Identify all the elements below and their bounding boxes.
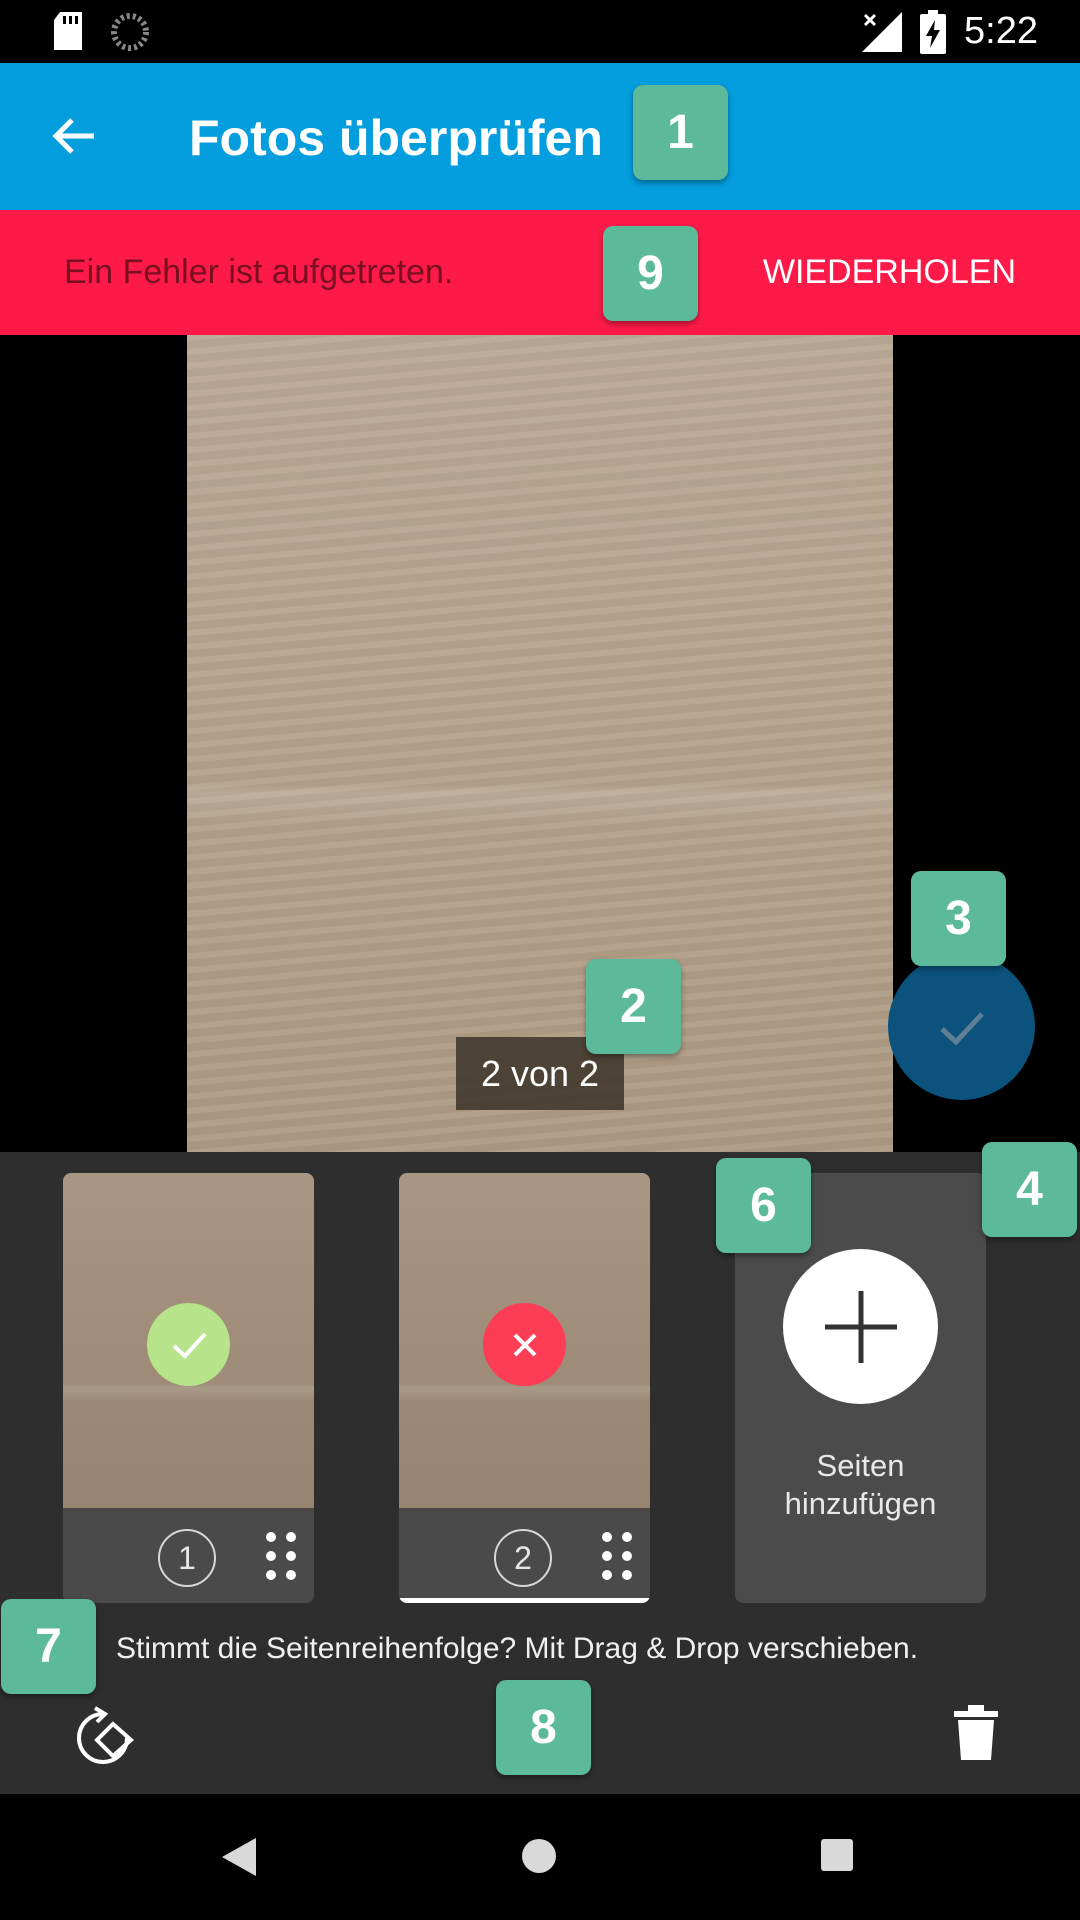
annotation-badge: 4 — [982, 1142, 1077, 1237]
add-pages-label: Seiten hinzufügen — [784, 1448, 937, 1521]
arrow-left-icon[interactable] — [50, 112, 98, 160]
trash-icon[interactable] — [954, 1705, 998, 1760]
status-time: 5:22 — [964, 10, 1038, 52]
annotation-badge: 9 — [603, 226, 698, 321]
thumbnail-footer: 1 — [63, 1508, 314, 1603]
home-nav-icon[interactable] — [521, 1838, 557, 1874]
plus-icon — [783, 1249, 938, 1404]
sync-spinner-icon — [111, 13, 149, 51]
page-thumbnail-selected[interactable]: 2 — [399, 1173, 650, 1603]
drag-handle-icon[interactable] — [601, 1531, 633, 1581]
check-icon — [939, 1011, 984, 1046]
recents-nav-icon[interactable] — [821, 1839, 853, 1871]
selected-indicator — [399, 1598, 650, 1603]
annotation-badge: 6 — [716, 1158, 811, 1253]
annotation-badge: 1 — [633, 85, 728, 180]
annotation-badge: 2 — [586, 959, 681, 1054]
thumbnail-footer: 2 — [399, 1508, 650, 1603]
back-nav-icon[interactable] — [222, 1838, 256, 1876]
annotation-badge: 8 — [496, 1680, 591, 1775]
rotate-icon[interactable] — [73, 1706, 137, 1770]
page-number: 1 — [158, 1529, 216, 1587]
error-banner: Ein Fehler ist aufgetreten. WIEDERHOLEN — [0, 210, 1080, 335]
battery-charging-icon — [920, 10, 946, 54]
error-message: Ein Fehler ist aufgetreten. — [64, 253, 454, 291]
status-bar: 5:22 — [0, 0, 1080, 63]
annotation-badge: 3 — [911, 871, 1006, 966]
reorder-hint: Stimmt die Seitenreihenfolge? Mit Drag &… — [116, 1632, 919, 1665]
retry-button[interactable]: WIEDERHOLEN — [763, 253, 1016, 292]
status-success-icon — [147, 1303, 230, 1386]
confirm-button[interactable] — [888, 953, 1035, 1100]
page-thumbnail[interactable]: 1 — [63, 1173, 314, 1603]
status-error-icon — [483, 1303, 566, 1386]
page-title: Fotos überprüfen — [189, 110, 603, 166]
drag-handle-icon[interactable] — [265, 1531, 297, 1581]
signal-off-icon — [862, 12, 902, 52]
preview-image — [187, 335, 893, 1152]
annotation-badge: 7 — [1, 1599, 96, 1694]
page-number: 2 — [494, 1529, 552, 1587]
navigation-bar — [0, 1794, 1080, 1920]
sd-card-icon — [54, 12, 82, 50]
app-bar: Fotos überprüfen — [0, 63, 1080, 210]
